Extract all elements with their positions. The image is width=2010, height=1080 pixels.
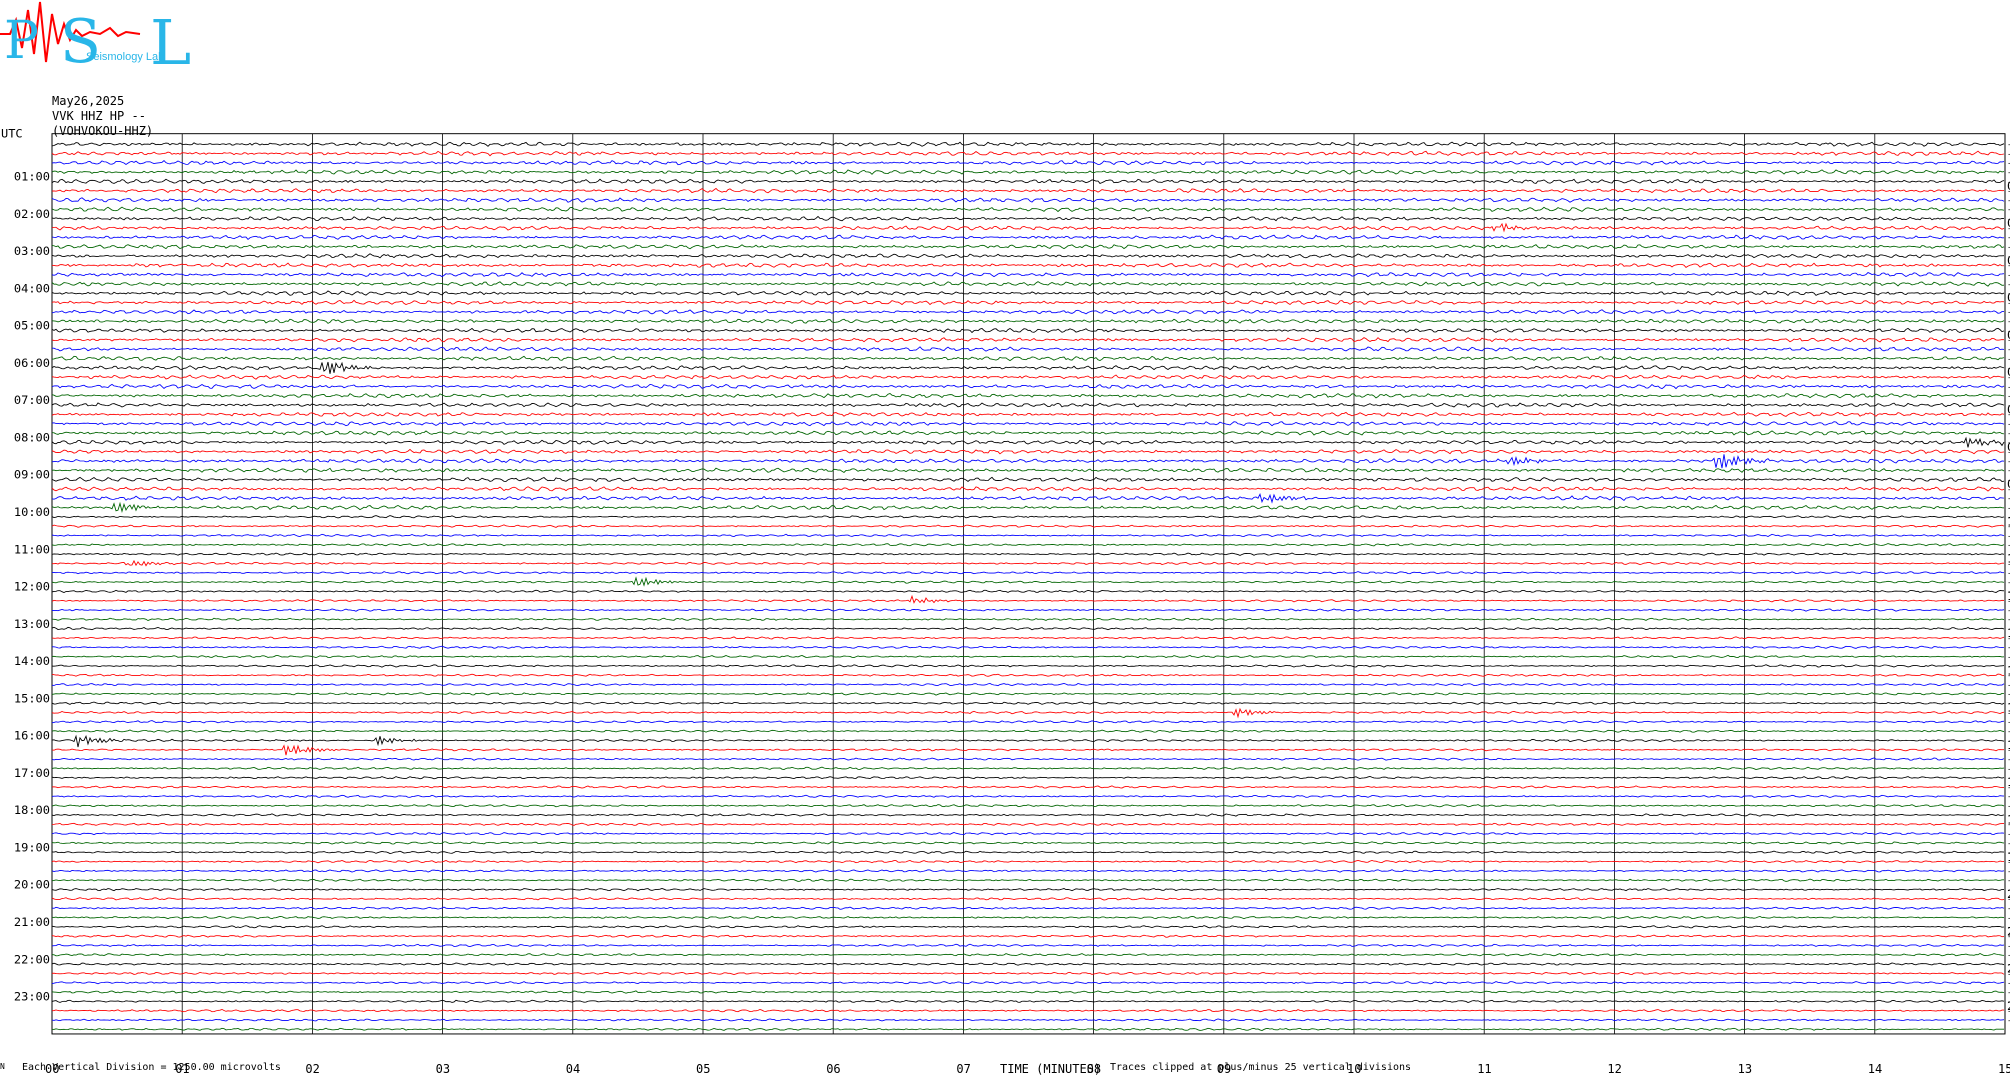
x-tick-label: 07 (956, 1062, 971, 1076)
x-tick-label: 13 (1737, 1062, 1753, 1076)
x-tick-label: 03 (435, 1062, 451, 1076)
x-tick-label: 04 (565, 1062, 581, 1076)
x-tick-label: 06 (826, 1062, 841, 1076)
x-axis-area: 00 01 02 03 04 05 06 07 08 09 10 11 12 13 14 15 N Each Ve… (0, 1058, 2010, 1080)
x-tick-label: 14 (1867, 1062, 1883, 1076)
footer-scale-note: Each Vertical Division = 1250.00 microvo… (22, 1062, 281, 1073)
footer-clip-note: Traces clipped at plus/minus 25 vertical… (1110, 1062, 1412, 1073)
footer-mark: N (0, 1062, 5, 1071)
x-axis-title: TIME (MINUTES) (1000, 1062, 1102, 1076)
x-tick-label: 15 (1998, 1062, 2010, 1076)
x-tick-label: 02 (305, 1062, 320, 1076)
axis-overlay (0, 0, 2010, 1080)
x-tick-label: 11 (1477, 1062, 1492, 1076)
x-tick-label: 05 (696, 1062, 711, 1076)
x-tick-label: 12 (1607, 1062, 1622, 1076)
